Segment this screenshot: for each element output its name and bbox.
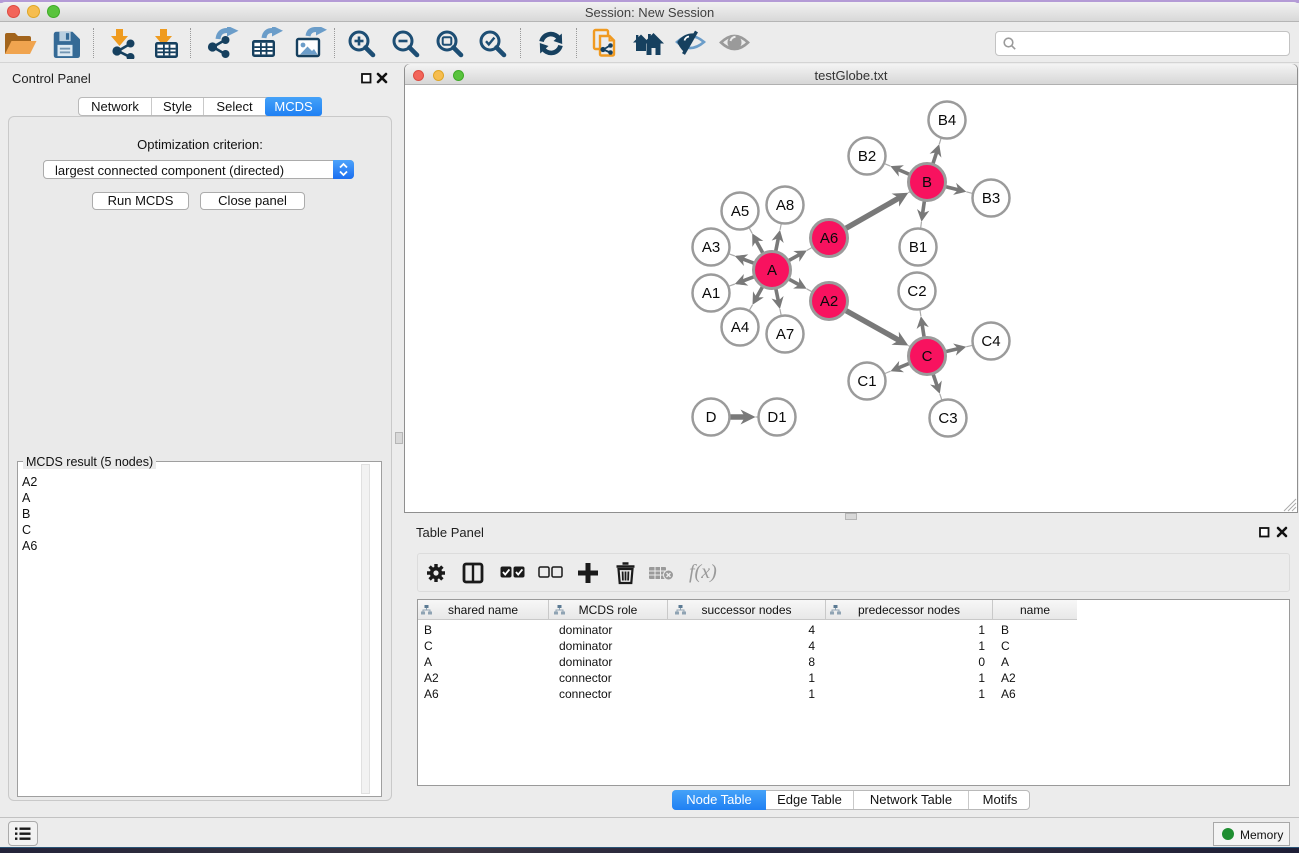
svg-text:C1: C1 <box>857 373 876 390</box>
svg-text:A4: A4 <box>731 319 749 336</box>
svg-text:B: B <box>922 174 932 191</box>
svg-text:B4: B4 <box>938 112 956 129</box>
svg-text:A2: A2 <box>820 293 838 310</box>
svg-text:C2: C2 <box>907 283 926 300</box>
svg-text:A7: A7 <box>776 326 794 343</box>
svg-text:B2: B2 <box>858 148 876 165</box>
svg-text:C3: C3 <box>938 410 957 427</box>
svg-text:A5: A5 <box>731 203 749 220</box>
svg-text:C: C <box>922 348 933 365</box>
svg-text:A1: A1 <box>702 285 720 302</box>
svg-text:D: D <box>706 409 717 426</box>
svg-text:D1: D1 <box>767 409 786 426</box>
svg-text:A: A <box>767 262 777 279</box>
svg-text:C4: C4 <box>981 333 1000 350</box>
svg-text:A8: A8 <box>776 197 794 214</box>
svg-text:A3: A3 <box>702 239 720 256</box>
svg-text:B1: B1 <box>909 239 927 256</box>
svg-text:B3: B3 <box>982 190 1000 207</box>
svg-text:A6: A6 <box>820 230 838 247</box>
